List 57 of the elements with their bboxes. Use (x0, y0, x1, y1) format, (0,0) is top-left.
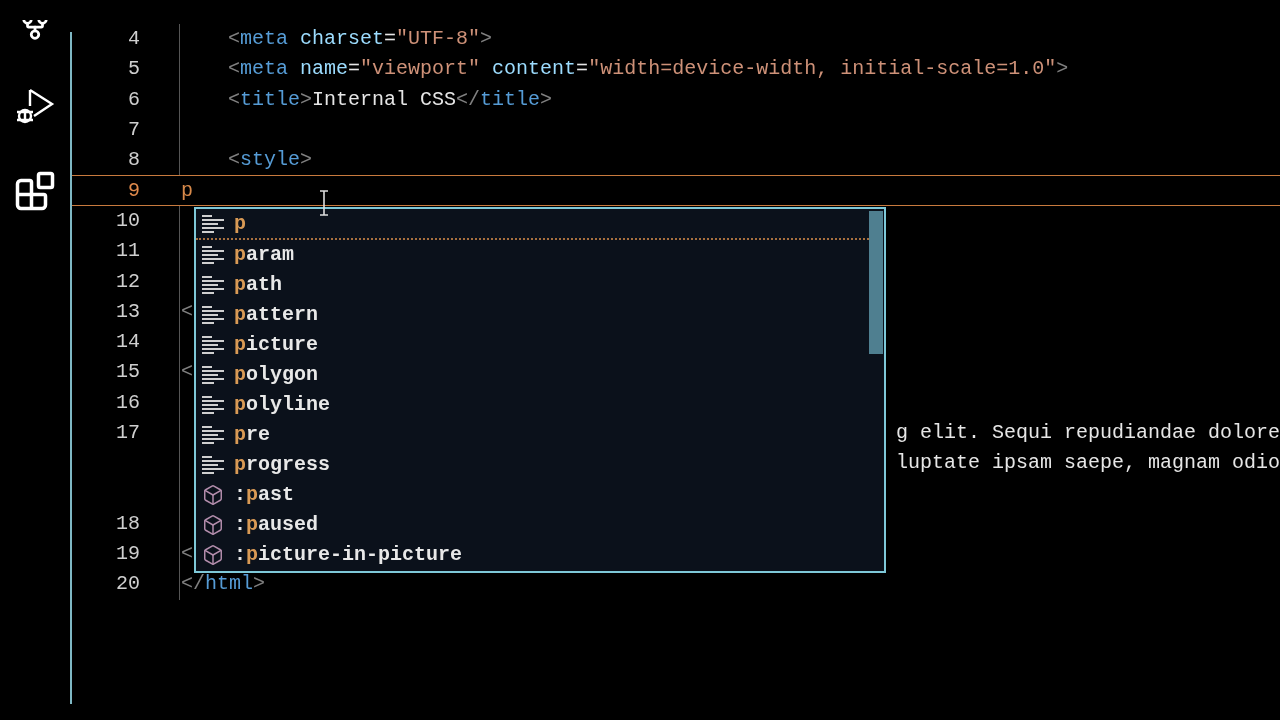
line-number: 12 (116, 269, 140, 293)
lines-icon (200, 275, 226, 295)
line-number: 16 (116, 390, 140, 414)
suggestion-item[interactable]: pattern (196, 300, 869, 330)
line-number: 14 (116, 330, 140, 354)
text-cursor-icon (318, 190, 330, 216)
code-text: <title>Internal CSS</title> (228, 86, 553, 113)
code-text: g elit. Sequi repudiandae dolore (895, 420, 1280, 446)
lines-icon (200, 305, 226, 325)
suggestion-item[interactable]: picture (196, 330, 869, 360)
lines-icon (200, 335, 226, 355)
suggestion-item[interactable]: param (196, 240, 869, 270)
line-number: 20 (116, 572, 140, 596)
line-number: 13 (116, 299, 140, 323)
line-number: 19 (116, 542, 140, 566)
suggestion-item[interactable]: :picture-in-picture (196, 540, 869, 570)
code-text: <style> (228, 147, 313, 174)
line-number: 15 (116, 360, 140, 384)
code-text: <meta name="viewport" content="width=device-width, initial-scale=1.0"> (228, 56, 1069, 83)
lines-icon (200, 245, 226, 265)
line-number: 4 (128, 27, 140, 51)
lines-icon (200, 395, 226, 415)
code-text: < (181, 359, 193, 386)
line-number: 17 (116, 421, 140, 444)
line-number: 8 (128, 148, 140, 172)
suggestion-item[interactable]: p (196, 210, 869, 240)
line-number: 5 (128, 57, 140, 81)
code-text: </html> (181, 571, 266, 598)
code-text: luptate ipsam saepe, magnam odio (895, 450, 1280, 477)
suggestion-item[interactable]: pre (196, 420, 869, 450)
code-text: < (181, 541, 193, 568)
extensions-icon[interactable] (14, 170, 56, 212)
line-number: 9 (128, 178, 140, 202)
run-debug-icon[interactable] (14, 86, 56, 126)
code-text: < (181, 298, 193, 325)
line-number: 11 (116, 239, 140, 263)
source-control-icon[interactable] (20, 20, 50, 42)
line-number: 10 (116, 208, 140, 232)
code-text: p (181, 177, 193, 204)
line-number: 7 (128, 118, 140, 142)
lines-icon (200, 455, 226, 475)
code-text: <meta charset="UTF-8"> (228, 26, 493, 53)
cube-icon (202, 514, 224, 536)
suggestion-item[interactable]: progress (196, 450, 869, 480)
cube-icon (202, 484, 224, 506)
cube-icon (202, 544, 224, 566)
lines-icon (200, 425, 226, 445)
suggestion-item[interactable]: :paused (196, 510, 869, 540)
scrollbar-thumb[interactable] (869, 211, 883, 354)
suggestion-item[interactable]: path (196, 270, 869, 300)
suggestion-item[interactable]: polygon (196, 360, 869, 390)
lines-icon (200, 365, 226, 385)
line-number: 18 (116, 511, 140, 535)
line-number: 6 (128, 87, 140, 111)
lines-icon (200, 214, 226, 234)
suggestion-item[interactable]: :past (196, 480, 869, 510)
suggestion-item[interactable]: polyline (196, 390, 869, 420)
